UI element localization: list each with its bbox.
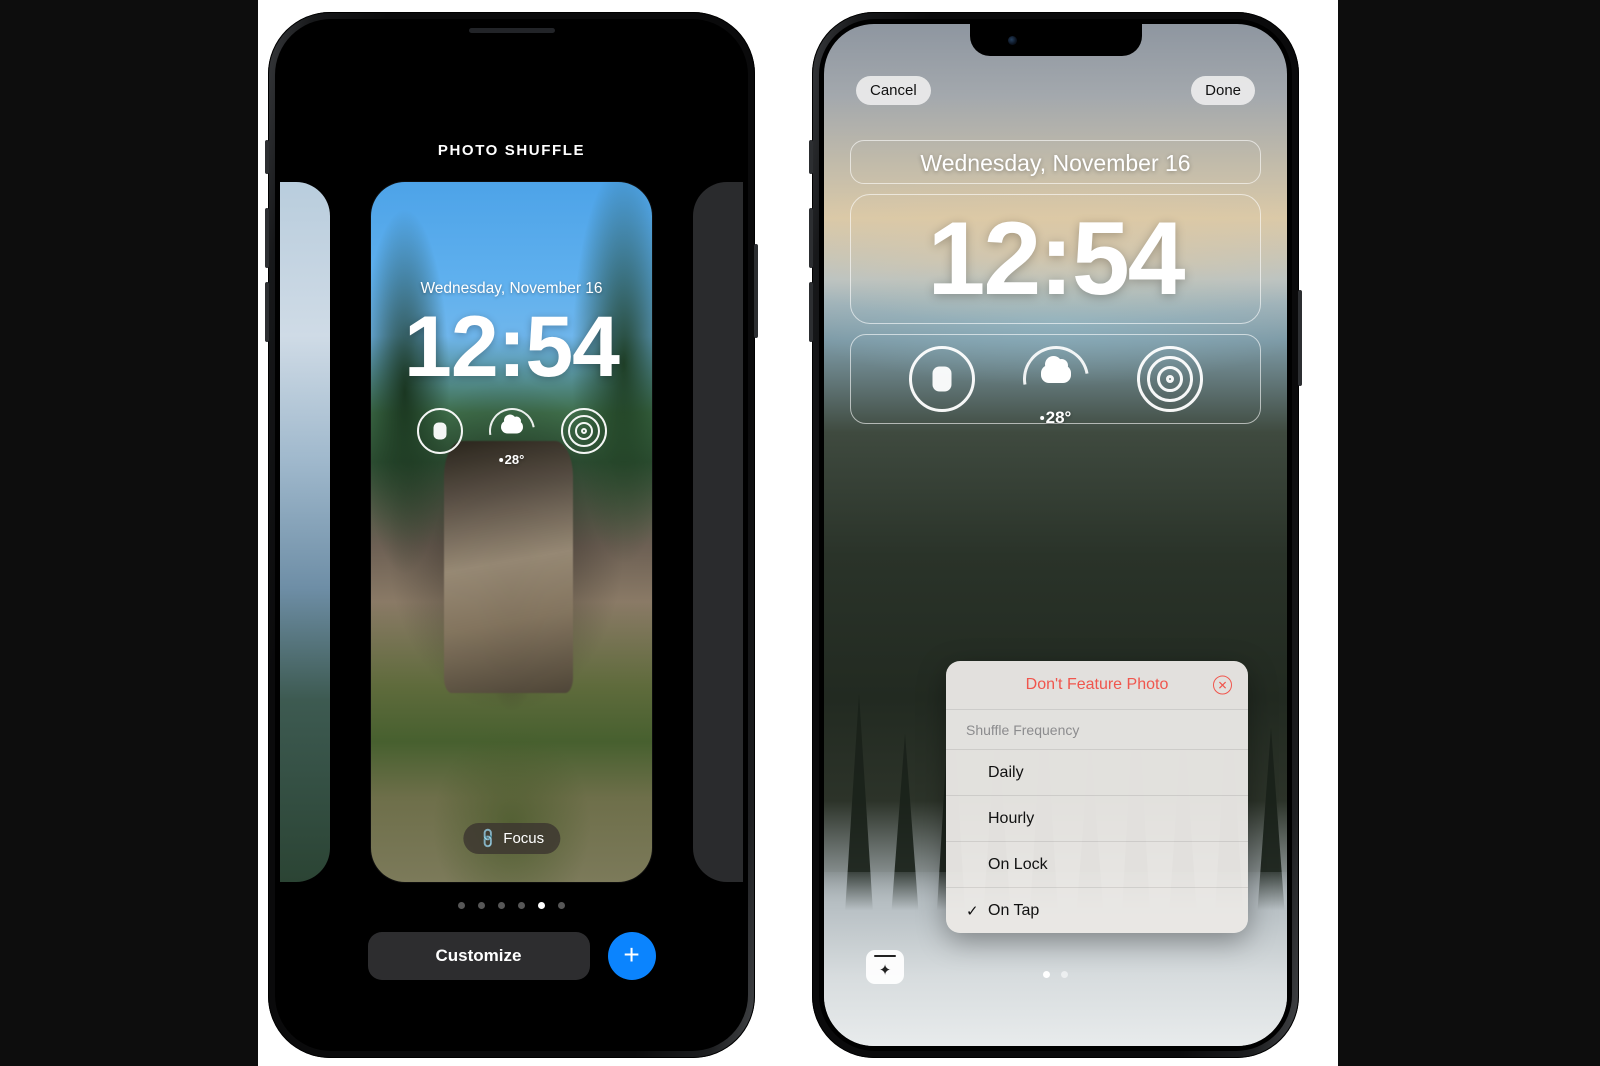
right-phone-device: Cancel Done Wednesday, November 16 12:54… [809,12,1302,1058]
dont-feature-photo-label: Don't Feature Photo [1025,676,1169,693]
page-dot[interactable] [498,902,505,909]
photo-effects-sparkle-icon[interactable]: ✦ [866,950,904,984]
screenshot-root: PHOTO SHUFFLE Wednesday, November 16 12:… [0,0,1600,1066]
activity-rings-icon[interactable] [416,408,463,454]
left-phone-screen: PHOTO SHUFFLE Wednesday, November 16 12:… [280,24,743,1046]
left-phone-power-button[interactable] [754,244,758,338]
page-dot[interactable] [558,902,565,909]
activity-rings-icon[interactable] [908,346,975,412]
left-phone-bottom-bar: Customize + [280,932,743,980]
next-card-surface [693,182,743,882]
focus-pill-button[interactable]: 🔗 Focus [462,823,561,854]
right-phone-notch [969,24,1142,56]
page-dot[interactable] [538,902,545,909]
lock-widget-row[interactable]: 28° [371,398,652,467]
concentric-rings-icon[interactable] [1136,346,1203,412]
link-icon: 🔗 [475,826,500,850]
shuffle-context-menu: Don't Feature Photo ✕ Shuffle Frequency … [946,661,1248,933]
cancel-button[interactable]: Cancel [856,76,931,105]
lock-screen-overlay: Wednesday, November 16 12:54 28° [371,182,652,882]
prev-wallpaper-image [280,182,330,882]
wallpaper-carousel[interactable]: Wednesday, November 16 12:54 28° 🔗 Focus [280,182,743,882]
shuffle-frequency-header: Shuffle Frequency [946,709,1248,749]
menu-item-daily[interactable]: Daily [946,749,1248,795]
right-lock-date: Wednesday, November 16 [920,150,1191,176]
carousel-next-card[interactable] [693,182,743,882]
menu-item-on-lock[interactable]: On Lock [946,841,1248,887]
left-phone-earpiece-speaker [468,28,555,33]
page-dot[interactable] [518,902,525,909]
page-dot[interactable] [458,902,465,909]
left-phone-volume-up[interactable] [265,208,269,268]
left-phone-silent-switch[interactable] [265,140,269,174]
circle-x-icon[interactable]: ✕ [1213,675,1232,695]
page-dot[interactable] [1061,971,1068,978]
right-lock-widget-row[interactable]: 28° [824,333,1287,427]
right-phone-volume-down[interactable] [809,282,813,342]
carousel-page-dots[interactable] [280,902,743,909]
cloud-icon[interactable]: 28° [479,398,544,467]
right-lock-time: 12:54 [927,201,1186,317]
menu-item-on-tap[interactable]: ✓ On Tap [946,887,1248,933]
right-phone-screen: Cancel Done Wednesday, November 16 12:54… [824,24,1287,1046]
weather-temperature: 28° [498,452,524,467]
right-phone-power-button[interactable] [1298,290,1302,386]
lock-time: 12:54 [404,299,620,395]
add-wallpaper-button[interactable]: + [607,932,656,980]
left-phone-volume-down[interactable] [265,282,269,342]
carousel-active-card[interactable]: Wednesday, November 16 12:54 28° 🔗 Focus [371,182,652,882]
right-phone-volume-up[interactable] [809,208,813,268]
dont-feature-photo-button[interactable]: Don't Feature Photo ✕ [946,661,1248,709]
menu-item-hourly[interactable]: Hourly [946,795,1248,841]
right-phone-silent-switch[interactable] [809,140,813,174]
weather-temperature: 28° [1039,408,1071,428]
concentric-rings-icon[interactable] [560,408,607,454]
carousel-prev-card[interactable] [280,182,330,882]
focus-pill-label: Focus [503,830,545,847]
front-camera-icon [1007,36,1017,45]
right-page-dots[interactable] [824,971,1287,978]
check-icon: ✓ [966,902,979,920]
photo-shuffle-title: PHOTO SHUFFLE [437,142,586,159]
done-button[interactable]: Done [1191,76,1255,105]
customize-button[interactable]: Customize [367,932,590,980]
cloud-icon[interactable]: 28° [1009,333,1102,427]
page-dot[interactable] [478,902,485,909]
page-dot[interactable] [1043,971,1050,978]
left-phone-device: PHOTO SHUFFLE Wednesday, November 16 12:… [265,12,758,1058]
